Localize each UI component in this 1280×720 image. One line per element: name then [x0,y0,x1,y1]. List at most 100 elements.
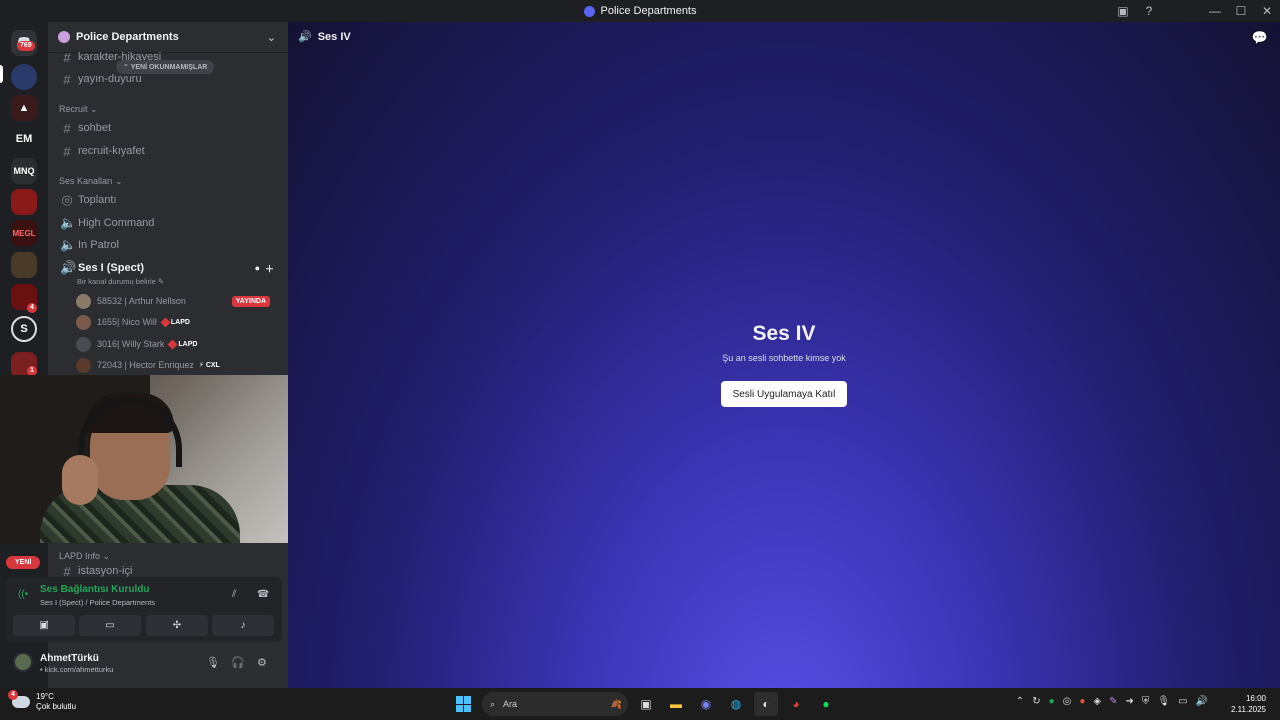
gear-icon[interactable]: ⚙ [257,656,267,669]
soundboard-button[interactable]: ♪ [212,615,274,636]
date: 2.11.2025 [1231,705,1266,714]
channel-name: istasyon-içi [78,565,133,577]
join-voice-button[interactable]: Sesli Uygulamaya Katıl [721,381,847,407]
hash-icon: # [63,49,71,65]
voice-user[interactable]: 58532 | Arthur Nellson YAYINDA [76,291,280,311]
voice-channel-item[interactable]: ◎ Toplantı [56,190,280,210]
status-icon[interactable]: ● [1049,696,1055,707]
pen-icon[interactable]: ✎ [1109,696,1117,707]
server-icon[interactable]: ▲ [11,95,37,121]
voice-user[interactable]: 72043 | Hector Enriquez ⚡ CXL [76,355,280,375]
voice-channel-main: 🔊 Ses IV 💬 Ses IV Şu an sesli sohbette k… [288,22,1280,688]
lightning-icon: ⚡ [198,362,204,369]
webcam-overlay [0,375,300,543]
microphone-icon[interactable]: 🎙 [206,656,220,669]
volume-icon[interactable]: 🔊 [1196,696,1208,707]
edge-icon[interactable]: ◍ [724,692,748,716]
channel-item[interactable]: # istasyon-içi [56,565,280,577]
category-voice[interactable]: Ses Kanalları ⌄ [59,176,123,187]
chevron-up-icon[interactable]: ⌃ [1016,696,1024,707]
screen-share-icon: ▭ [105,620,115,631]
speaker-icon: 🔊 [60,260,77,275]
share-icon[interactable]: ➜ [1126,696,1134,707]
role-tag-label: CXL [205,361,220,369]
voice-user[interactable]: 3016| Willy Stark LAPD [76,334,280,354]
camera-toggle-button[interactable]: ▣̸ [13,615,75,636]
screen-share-button[interactable]: ▭ [79,615,141,636]
microphone-icon[interactable]: 🎙 [1157,696,1170,707]
channel-item[interactable]: # recruit-kıyafet [56,141,280,161]
voice-user-name: 58532 | Arthur Nellson [97,296,186,306]
minimize-button[interactable]: — [1202,0,1228,22]
signal-icon[interactable]: ((• [18,589,28,600]
chevron-down-icon: ⌄ [266,31,276,44]
voice-channel-item[interactable]: 🔈 High Command [56,213,280,233]
tray-app-icon[interactable]: ◎ [1063,696,1072,707]
file-explorer-icon[interactable]: ▬ [664,692,688,716]
sync-icon[interactable]: ↻ [1032,696,1040,707]
avatar[interactable] [13,652,33,672]
window-titlebar: Police Departments ▣ ? — ☐ ✕ [0,0,1280,22]
server-icon[interactable]: MNQ [11,158,37,184]
server-icon[interactable] [11,64,37,90]
channel-status-hint[interactable]: Bir kanal durumu belirle ✎ [77,277,164,286]
help-icon[interactable]: ? [1136,0,1162,22]
voice-location[interactable]: Ses I (Spect) / Police Departments [40,598,155,607]
chat-bubble-icon[interactable]: ● [255,263,260,273]
security-icon[interactable]: ⛨ [1142,696,1150,707]
headphones-icon[interactable]: 🎧 [231,656,245,669]
close-button[interactable]: ✕ [1254,0,1280,22]
voice-channel-item[interactable]: 🔈 In Patrol [56,235,280,255]
obs-icon[interactable]: ◐ [754,692,778,716]
task-view-icon[interactable]: ▣ [634,692,658,716]
chrome-icon[interactable]: ◕ [784,692,808,716]
start-button[interactable] [452,692,476,716]
noise-suppression-icon[interactable]: ⫽ [232,589,236,600]
category-label: Recruit [59,104,88,114]
new-badge[interactable]: YENİ [6,556,41,569]
window-title-text: Police Departments [600,5,697,17]
steam-icon[interactable]: ◈ [1093,696,1101,707]
category-recruit[interactable]: Recruit ⌄ [59,104,98,115]
active-voice-channel[interactable]: 🔊 Ses I (Spect) ● ＋ [56,258,280,278]
username[interactable]: AhmetTürkü [40,653,99,664]
status-hint-text: Bir kanal durumu belirle [77,277,156,286]
new-unreads-pill[interactable]: ⌃ YENİ OKUNMAMIŞLAR [116,60,215,74]
channel-name: Ses I (Spect) [78,262,145,274]
channel-name: yayın-duyuru [78,73,142,85]
server-icon[interactable]: EM [11,126,37,152]
channel-item[interactable]: # sohbet [56,118,280,138]
display-icon[interactable]: ▭ [1178,696,1187,707]
chat-bubble-icon[interactable]: 💬 [1252,30,1268,46]
hash-icon: # [63,120,71,136]
soundboard-icon: ♪ [240,620,246,631]
maximize-button[interactable]: ☐ [1228,0,1254,22]
activities-button[interactable]: ✣ [146,615,208,636]
spotify-icon[interactable]: ● [814,692,838,716]
server-icon[interactable]: S [11,316,37,342]
voice-connection-panel: ((• Ses Bağlantısı Kuruldu Ses I (Spect)… [6,577,282,642]
voice-user-name: 3016| Willy Stark [97,339,165,349]
discord-icon[interactable]: ◉ [694,692,718,716]
guild-name: Police Departments [76,31,179,43]
category-lapd-info[interactable]: LAPD Info ⌄ [59,551,110,562]
add-user-icon[interactable]: ＋ [265,262,274,275]
role-tag: LAPD [167,339,197,349]
hash-icon: # [63,71,71,87]
server-icon[interactable]: MEGL [11,220,37,246]
avatar [76,293,91,309]
server-icon[interactable] [11,252,37,278]
voice-user[interactable]: 1655| Nico Will LAPD [76,312,280,332]
weather-widget[interactable]: 4 19°C Çok bulutlu [8,690,76,712]
voice-status[interactable]: Ses Bağlantısı Kuruldu [40,584,149,595]
avatar [76,336,91,352]
user-panel: AhmetTürkü • kick.com/ahmetturku 🎙 🎧 ⚙ [6,646,282,684]
temperature: 19°C [36,692,54,701]
tray-app-icon[interactable]: ● [1079,696,1085,707]
server-icon[interactable] [11,189,37,215]
taskbar-search[interactable]: ⌕ Ara 🍂 [482,692,628,716]
search-highlight-icon: 🍂 [610,698,622,709]
inbox-icon[interactable]: ▣ [1110,0,1136,22]
system-clock[interactable]: 16:00 2.11.2025 [1231,693,1266,715]
disconnect-icon[interactable]: ☎ [257,589,269,600]
